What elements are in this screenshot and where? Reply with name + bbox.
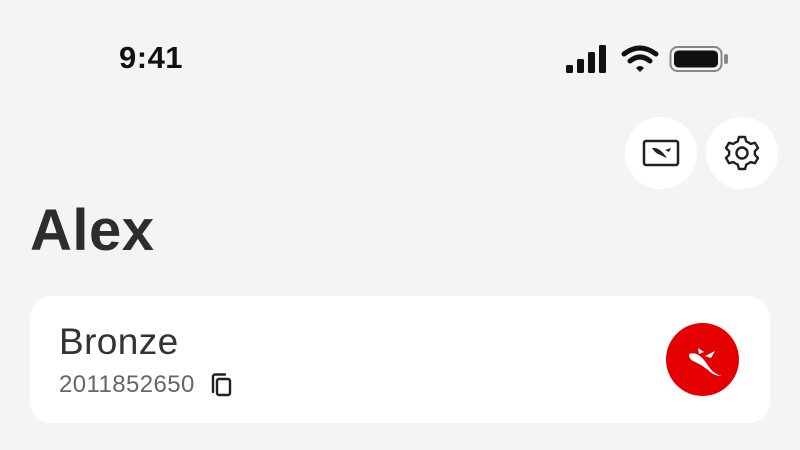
tier-label: Bronze: [59, 321, 179, 362]
member-number: 2011852650: [59, 371, 195, 398]
header-actions: [625, 117, 779, 191]
wifi-icon: [621, 45, 659, 72]
status-icons: [566, 43, 731, 75]
battery-icon: [669, 46, 728, 72]
card-mode-button[interactable]: [625, 117, 697, 189]
cellular-signal-icon: [566, 45, 606, 73]
page-title: Alex: [30, 198, 155, 263]
copy-icon: [211, 373, 231, 397]
member-number-row: 2011852650: [59, 370, 235, 400]
status-bar: 9:41: [0, 0, 800, 120]
membership-card[interactable]: Bronze 2011852650: [30, 296, 770, 423]
status-time: 9:41: [119, 40, 184, 75]
gear-icon: [724, 135, 760, 171]
kangaroo-logo-icon: [666, 323, 739, 396]
copy-button[interactable]: [207, 370, 235, 400]
settings-button[interactable]: [706, 117, 778, 189]
card-kangaroo-icon: [642, 139, 680, 167]
